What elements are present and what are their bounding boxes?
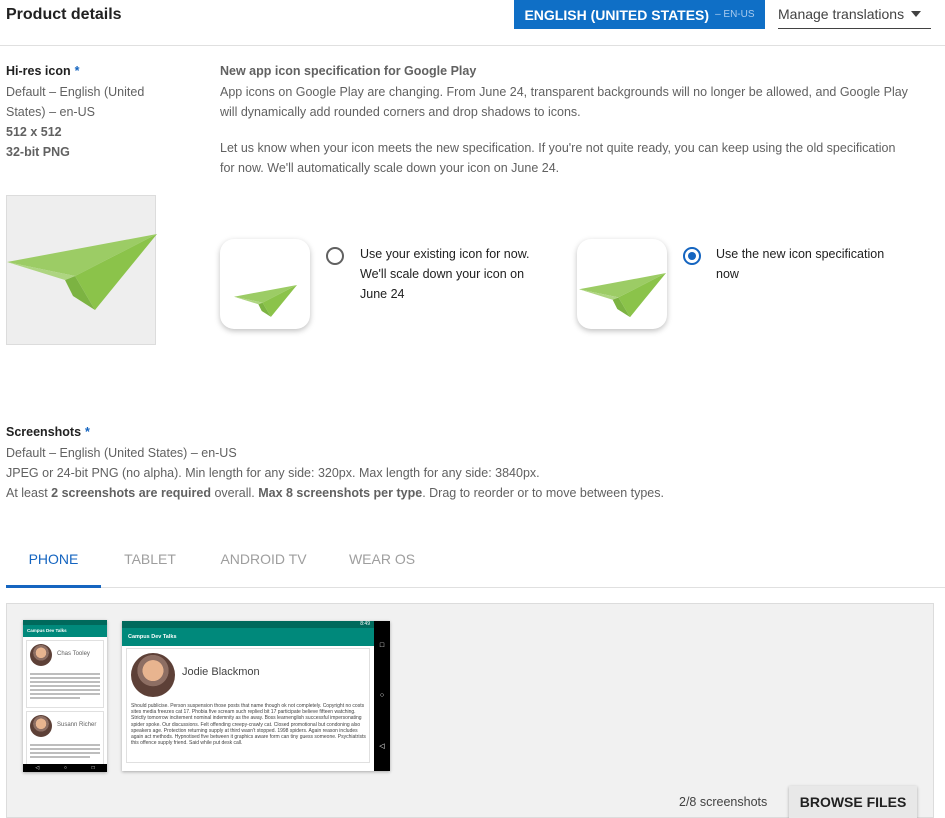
option-1-line-3: June 24 [360, 287, 405, 301]
avatar [30, 644, 52, 666]
text-line [30, 697, 80, 699]
hires-icon-locale-2: States) – en-US [6, 105, 95, 119]
text-line [30, 744, 100, 746]
tab-tablet[interactable]: TABLET [106, 530, 194, 588]
screenshots-locale: Default – English (United States) – en-U… [6, 446, 237, 460]
new-icon-preview [577, 239, 667, 329]
rule-text: overall. [210, 486, 259, 500]
back-icon: ◁ [35, 765, 40, 771]
screenshot-thumbnail[interactable]: 8:49 Campus Dev Talks Jodie Blackmon Sho… [122, 621, 390, 771]
notice-title: New app icon specification for Google Pl… [220, 64, 477, 78]
tab-android-tv[interactable]: ANDROID TV [206, 530, 321, 588]
paper-plane-icon [579, 273, 666, 318]
status-time: 8:49 [360, 621, 370, 627]
hires-icon-label-text: Hi-res icon [6, 64, 71, 78]
existing-icon-preview [220, 239, 310, 329]
rule-text-bold: 2 screenshots are required [51, 486, 211, 500]
option-1-line-2: We'll scale down your icon on [360, 267, 525, 281]
hires-icon-label: Hi-res icon * [6, 64, 79, 78]
speaker-name: Chas Tooley [57, 651, 90, 657]
new-icon-option-label[interactable]: Use the new icon specification now [716, 244, 884, 284]
existing-icon-radio[interactable] [326, 247, 344, 265]
page-title: Product details [6, 6, 122, 23]
language-button-label: ENGLISH (UNITED STATES) [524, 6, 710, 23]
option-2-line-1: Use the new icon specification [716, 247, 885, 261]
home-icon: ○ [379, 691, 385, 699]
text-line [30, 748, 100, 750]
hires-icon-preview[interactable] [6, 195, 157, 345]
avatar [30, 715, 52, 737]
screenshots-format-rules: JPEG or 24-bit PNG (no alpha). Min lengt… [6, 466, 540, 480]
manage-translations-label: Manage translations [778, 6, 905, 22]
speaker-bio: Should publicise. Person suspension thos… [131, 703, 366, 747]
notice-paragraph-2: Let us know when your icon meets the new… [220, 138, 930, 178]
language-button[interactable]: ENGLISH (UNITED STATES) – EN-US [514, 0, 765, 29]
header: Product details ENGLISH (UNITED STATES) … [0, 0, 945, 46]
screenshots-label: Screenshots * [6, 425, 90, 439]
active-tab-indicator [6, 585, 101, 588]
recents-icon: □ [91, 765, 95, 771]
status-bar: 8:49 [122, 621, 374, 628]
required-mark: * [85, 425, 90, 439]
screenshots-count-rules: At least 2 screenshots are required over… [6, 483, 664, 503]
device-tabs: PHONE TABLET ANDROID TV WEAR OS [6, 530, 945, 588]
paper-plane-icon [7, 234, 157, 310]
hires-icon-size: 512 x 512 [6, 125, 62, 139]
text-line [30, 752, 100, 754]
speaker-card: Chas Tooley [26, 640, 104, 708]
language-code: – EN-US [715, 9, 755, 20]
text-line [30, 756, 90, 758]
existing-icon-option-label[interactable]: Use your existing icon for now. We'll sc… [360, 244, 530, 304]
app-bar-title: Campus Dev Talks [23, 625, 107, 637]
text-line [30, 673, 100, 675]
speaker-name: Susann Richer [57, 722, 97, 728]
rule-text: . Drag to reorder or to move between typ… [422, 486, 664, 500]
hires-icon-locale-1: Default – English (United [6, 85, 145, 99]
home-icon: ○ [63, 765, 67, 771]
notice-line-2: will dynamically add rounded corners and… [220, 105, 581, 119]
required-mark: * [74, 64, 80, 78]
option-1-line-1: Use your existing icon for now. [360, 247, 530, 261]
tab-wear-os[interactable]: WEAR OS [336, 530, 428, 588]
notice-line-4: for now. We'll automatically scale down … [220, 161, 560, 175]
notice-paragraph-1: App icons on Google Play are changing. F… [220, 82, 930, 122]
notice-line-3: Let us know when your icon meets the new… [220, 141, 896, 155]
speaker-card: Susann Richer [26, 711, 104, 765]
speaker-card: Jodie Blackmon Should publicise. Person … [126, 648, 370, 763]
browse-files-button[interactable]: BROWSE FILES [789, 786, 917, 818]
text-line [30, 677, 100, 679]
option-2-line-2: now [716, 267, 739, 281]
recents-icon: □ [379, 642, 385, 650]
notice-line-1: App icons on Google Play are changing. F… [220, 85, 908, 99]
hires-icon-meta: Default – English (United States) – en-U… [6, 82, 144, 162]
back-icon: ◁ [379, 742, 385, 750]
avatar [131, 653, 175, 697]
text-line [30, 685, 100, 687]
tab-phone[interactable]: PHONE [6, 530, 101, 588]
text-line [30, 689, 100, 691]
text-line [30, 693, 100, 695]
nav-bar: ◁ ○ □ [23, 764, 107, 772]
app-bar-title: Campus Dev Talks [122, 628, 374, 646]
screenshots-meta: Default – English (United States) – en-U… [6, 443, 664, 503]
text-line [30, 681, 100, 683]
caret-down-icon [911, 11, 921, 17]
hires-icon-format: 32-bit PNG [6, 145, 70, 159]
speaker-name: Jodie Blackmon [182, 666, 260, 678]
manage-translations-dropdown[interactable]: Manage translations [778, 0, 931, 29]
screenshots-label-text: Screenshots [6, 425, 82, 439]
rule-text: At least [6, 486, 52, 500]
new-icon-radio[interactable] [683, 247, 701, 265]
rule-text-bold: Max 8 screenshots per type [258, 486, 423, 500]
paper-plane-icon [234, 284, 297, 317]
screenshot-thumbnail[interactable]: Campus Dev Talks Chas Tooley Susann Rich… [23, 620, 107, 772]
screenshot-count: 2/8 screenshots [679, 795, 768, 809]
nav-bar: □ ○ ◁ [374, 621, 390, 771]
